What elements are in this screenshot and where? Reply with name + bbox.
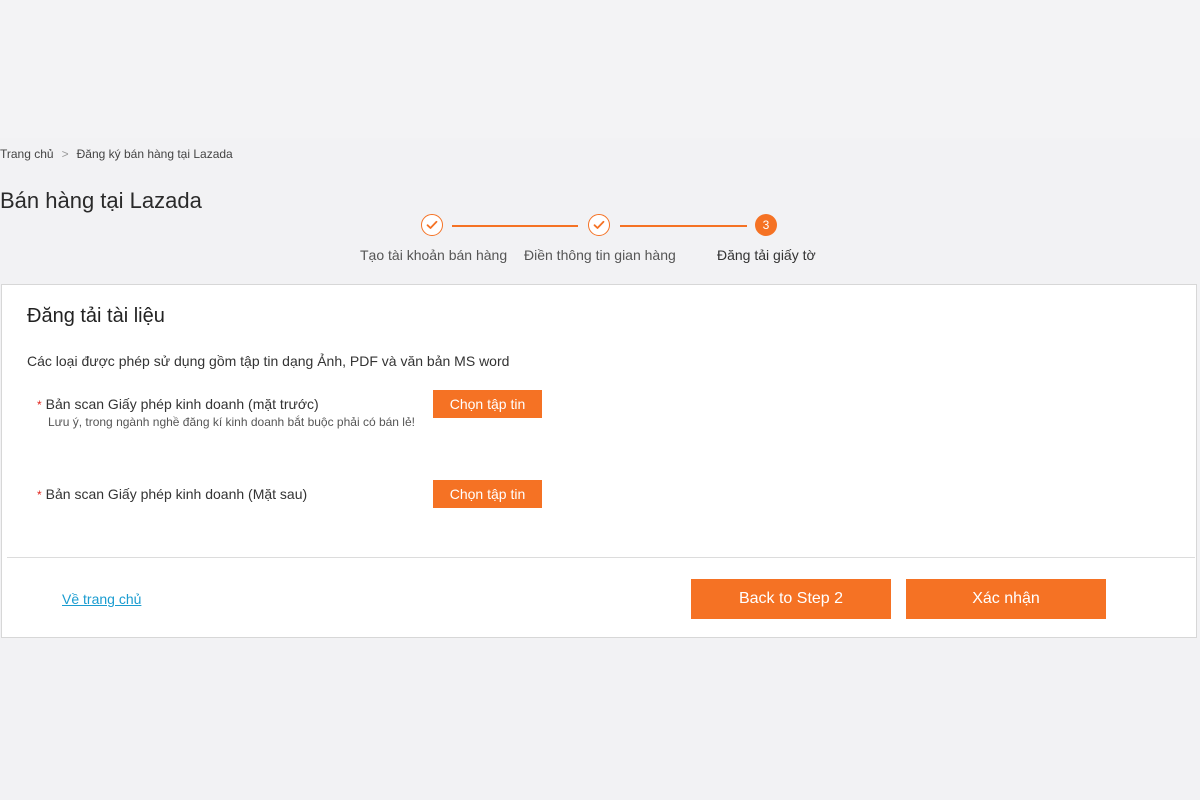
back-scan-label: * Bản scan Giấy phép kinh doanh (Mặt sau): [37, 486, 307, 502]
footer-divider: [7, 557, 1195, 558]
home-link[interactable]: Về trang chủ: [62, 591, 141, 607]
step-1-label: Tạo tài khoản bán hàng: [360, 247, 508, 263]
upload-card: Đăng tải tài liệu Các loại được phép sử …: [1, 284, 1197, 638]
step-3-label: Đăng tải giấy tờ: [717, 247, 816, 263]
choose-file-front-button[interactable]: Chọn tập tin: [433, 390, 542, 418]
front-scan-note: Lưu ý, trong ngành nghề đăng kí kinh doa…: [48, 415, 415, 429]
upload-description: Các loại được phép sử dụng gồm tập tin d…: [27, 353, 510, 369]
step-3-number: 3: [755, 214, 777, 236]
step-2-check-icon: [588, 214, 610, 236]
upload-title: Đăng tải tài liệu: [27, 305, 165, 327]
required-marker: *: [37, 488, 42, 502]
step-2-label: Điền thông tin gian hàng: [524, 247, 676, 263]
step-connector-1: [452, 225, 578, 227]
required-marker: *: [37, 398, 42, 412]
step-1-check-icon: [421, 214, 443, 236]
choose-file-back-button[interactable]: Chọn tập tin: [433, 480, 542, 508]
confirm-button[interactable]: Xác nhận: [906, 579, 1106, 619]
step-connector-2: [620, 225, 747, 227]
stepper: 3 Tạo tài khoản bán hàng Điền thông tin …: [0, 0, 1200, 270]
back-to-step-2-button[interactable]: Back to Step 2: [691, 579, 891, 619]
back-scan-label-text: Bản scan Giấy phép kinh doanh (Mặt sau): [45, 486, 308, 502]
